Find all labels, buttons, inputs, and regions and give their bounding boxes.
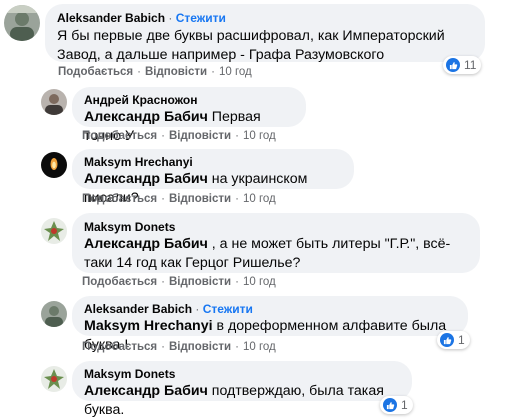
reaction-count: 11 (464, 58, 477, 72)
like-button[interactable]: Подобається (82, 130, 157, 142)
comment-bubble: Maksym Hrechanyi Александр Бабич на укра… (72, 149, 354, 206)
avatar[interactable] (41, 218, 67, 244)
like-button[interactable]: Подобається (82, 193, 157, 205)
like-button[interactable]: Подобається (82, 341, 157, 353)
comment-bubble: Aleksander Babich · Стежити Я бы первые … (45, 4, 485, 63)
like-icon (440, 333, 454, 347)
profile-photo-icon (41, 89, 67, 115)
reaction-summary[interactable]: 1 (380, 396, 413, 414)
reply-button[interactable]: Відповісти (169, 193, 231, 205)
timestamp[interactable]: 10 год (243, 193, 276, 205)
follow-button[interactable]: Стежити (203, 302, 253, 316)
comment-text: Я бы первые две буквы расшифровал, как И… (57, 28, 445, 63)
avatar[interactable] (41, 152, 67, 178)
profile-photo-icon (41, 218, 67, 244)
avatar[interactable] (41, 89, 67, 115)
profile-photo-icon (41, 366, 67, 392)
like-button[interactable]: Подобається (58, 66, 133, 78)
comment-bubble: Maksym Donets Александр Бабич , а не мож… (72, 213, 480, 273)
like-button[interactable]: Подобається (82, 276, 157, 288)
profile-photo-icon (41, 301, 67, 327)
timestamp[interactable]: 10 год (243, 341, 276, 353)
reaction-count: 1 (458, 333, 465, 347)
comment-bubble: Maksym Donets Александр Бабич подтвержда… (72, 361, 412, 418)
like-icon (383, 398, 397, 412)
avatar[interactable] (41, 366, 67, 392)
comment-author[interactable]: Maksym Donets (84, 219, 468, 235)
candle-icon (41, 152, 67, 178)
mention-link[interactable]: Александр Бабич (84, 109, 208, 125)
reply-button[interactable]: Відповісти (169, 276, 231, 288)
reaction-summary[interactable]: 11 (443, 56, 482, 74)
reaction-summary[interactable]: 1 (437, 331, 470, 349)
reply-button[interactable]: Відповісти (169, 341, 231, 353)
reply-button[interactable]: Відповісти (145, 66, 207, 78)
mention-link[interactable]: Александр Бабич (84, 236, 208, 252)
timestamp[interactable]: 10 год (243, 276, 276, 288)
comment-author[interactable]: Aleksander Babich (57, 11, 165, 25)
mention-link[interactable]: Maksym Hrechanyi (84, 318, 213, 334)
comment-author[interactable]: Aleksander Babich (84, 302, 192, 316)
comment-author[interactable]: Maksym Hrechanyi (84, 154, 342, 170)
comment-author[interactable]: Андрей Красножон (84, 92, 294, 108)
comment-bubble: Андрей Красножон Александр Бабич Первая … (72, 87, 306, 144)
comment-author[interactable]: Maksym Donets (84, 366, 400, 382)
follow-button[interactable]: Стежити (176, 11, 226, 25)
avatar[interactable] (4, 5, 40, 41)
mention-link[interactable]: Александр Бабич (84, 171, 208, 187)
profile-photo-icon (4, 5, 40, 41)
comment-bubble: Aleksander Babich · Стежити Maksym Hrech… (72, 296, 468, 353)
timestamp[interactable]: 10 год (219, 66, 252, 78)
like-icon (446, 58, 460, 72)
mention-link[interactable]: Александр Бабич (84, 383, 208, 399)
reaction-count: 1 (401, 398, 408, 412)
avatar[interactable] (41, 301, 67, 327)
timestamp[interactable]: 10 год (243, 130, 276, 142)
reply-button[interactable]: Відповісти (169, 130, 231, 142)
